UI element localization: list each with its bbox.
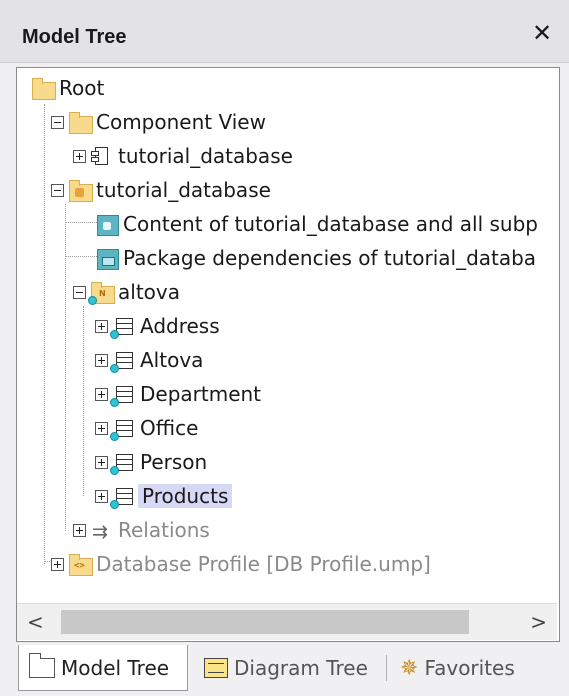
profile-folder-icon: <> [68,552,93,576]
tree-item-table[interactable]: Altova [95,343,203,377]
tree-item-label: Products [138,484,233,508]
tree-item-table-selected[interactable]: Products [95,479,233,513]
collapse-toggle-icon[interactable] [73,285,86,299]
expand-toggle-icon[interactable] [95,387,108,401]
panel-tabs: Model Tree Diagram Tree ✵ Favorites [0,645,569,696]
folder-icon [28,652,55,678]
expand-toggle-icon[interactable] [95,489,108,503]
diagram-tree-icon [204,658,228,678]
tree-item-label: Department [140,382,262,406]
tree-item-altova[interactable]: N altova [73,275,180,309]
tree-item-label: Office [140,416,199,440]
scrollbar-thumb[interactable] [61,610,469,634]
tree-connector [83,306,84,496]
tree-item-component-view[interactable]: Component View [51,105,266,139]
tree-item-label: tutorial_database [96,178,271,202]
tree-item-label: Person [140,450,208,474]
package-folder-icon [68,178,93,202]
expand-toggle-icon[interactable] [51,557,64,571]
table-icon [110,416,136,441]
model-tree-panel: Model Tree ✕ Root Component View tutoria… [0,0,569,696]
table-icon [110,348,136,373]
table-icon [110,314,136,339]
favorites-star-icon: ✵ [400,655,419,681]
tree-connector [65,222,99,223]
tab-label: Model Tree [61,655,170,680]
panel-titlebar: Model Tree ✕ [0,0,569,63]
tab-favorites[interactable]: ✵ Favorites [400,645,550,691]
expand-toggle-icon[interactable] [73,523,86,537]
tab-divider [386,655,387,681]
tree-item-table[interactable]: Address [95,309,220,343]
tree-item-label: Component View [96,110,266,134]
folder-icon [31,76,56,100]
tree-item-label: tutorial_database [118,144,293,168]
table-icon [110,484,136,509]
tree-item-content-diagram[interactable]: Content of tutorial_database and all sub… [95,207,538,241]
package-diagram-icon [95,246,119,270]
tree-connector [44,104,45,564]
tree-item-component-tutorial-database[interactable]: tutorial_database [73,139,293,173]
expand-toggle-icon[interactable] [73,149,86,163]
tree-item-label: Package dependencies of tutorial_databa [123,246,537,270]
tree-item-root[interactable]: Root [31,71,104,105]
table-icon [110,382,136,407]
folder-icon [68,110,93,134]
tree-item-label: altova [118,280,180,304]
table-icon [110,450,136,475]
tab-model-tree[interactable]: Model Tree [18,645,188,691]
relations-icon: ⇉ [92,521,108,543]
tree-item-relations[interactable]: ⇉ Relations [73,513,210,547]
tree-item-label: Root [59,76,105,100]
tree-item-label: Database Profile [DB Profile.ump] [96,552,431,576]
tab-diagram-tree[interactable]: Diagram Tree [204,645,374,691]
tree-view[interactable]: Root Component View tutorial_database tu… [16,67,560,642]
tree-item-label: Address [140,314,220,338]
tree-item-package-tutorial-database[interactable]: tutorial_database [51,173,271,207]
close-icon[interactable]: ✕ [529,20,555,46]
expand-toggle-icon[interactable] [95,319,108,333]
scroll-right-icon[interactable]: > [530,610,547,634]
tab-label: Favorites [424,656,515,680]
tab-label: Diagram Tree [234,656,368,680]
tree-connector [65,204,66,531]
tree-item-table[interactable]: Person [95,445,207,479]
expand-toggle-icon[interactable] [95,455,108,469]
scroll-left-icon[interactable]: < [27,610,44,634]
tree-connector [65,256,99,257]
collapse-toggle-icon[interactable] [51,115,64,129]
tree-item-package-dependencies-diagram[interactable]: Package dependencies of tutorial_databa [95,241,536,275]
tree-item-database-profile[interactable]: <> Database Profile [DB Profile.ump] [51,547,431,581]
collapse-toggle-icon[interactable] [51,183,64,197]
tree-item-label: Altova [140,348,204,372]
panel-title: Model Tree [22,26,127,48]
tree-item-label: Content of tutorial_database and all sub… [123,212,538,236]
expand-toggle-icon[interactable] [95,421,108,435]
tree-item-label: Relations [118,518,210,542]
tree-item-table[interactable]: Office [95,411,198,445]
expand-toggle-icon[interactable] [95,353,108,367]
tree-item-table[interactable]: Department [95,377,261,411]
component-icon [90,144,114,168]
content-diagram-icon [95,212,119,236]
namespace-folder-icon: N [88,280,115,305]
horizontal-scrollbar[interactable]: < > [17,603,557,640]
